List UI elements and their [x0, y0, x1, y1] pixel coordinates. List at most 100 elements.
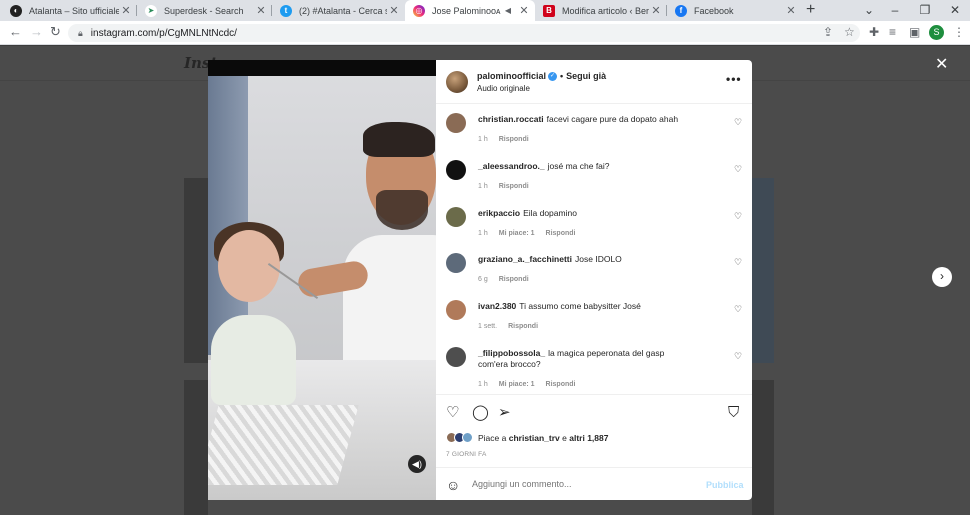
profile-avatar[interactable]: S [929, 25, 944, 40]
comment-time: 1 h [478, 381, 488, 388]
url-omnibox[interactable]: 🔒︎ instagram.com/p/CgMNLNtNcdc/ [68, 24, 860, 42]
reply-button[interactable]: Rispondi [499, 136, 529, 143]
comment-username[interactable]: erikpaccio [478, 208, 520, 218]
browser-tab-instagram[interactable]: ◎ Jose Palominoᴏᴀ (@pa ◀ ✕ [405, 0, 535, 21]
like-heart-icon[interactable]: ♡ [446, 405, 459, 420]
comment-item: christian.roccati facevi cagare pure da d… [436, 109, 752, 155]
heart-icon[interactable]: ♡ [734, 257, 742, 268]
more-options-icon[interactable]: ••• [726, 72, 742, 86]
window-close-icon[interactable]: ✕ [940, 0, 970, 21]
heart-icon[interactable]: ♡ [734, 211, 742, 222]
browser-tab-wordpress[interactable]: B Modifica articolo ‹ Bergam ✕ [535, 0, 667, 21]
close-tab-icon[interactable]: ✕ [784, 4, 798, 17]
share-paper-plane-icon[interactable]: ➢ [498, 405, 511, 420]
comments-list[interactable]: christian.roccati facevi cagare pure da d… [436, 105, 752, 393]
wordpress-favicon-icon: B [543, 4, 555, 17]
reply-button[interactable]: Rispondi [499, 183, 529, 190]
comment-likes[interactable]: Mi piace: 1 [499, 230, 535, 237]
commenter-avatar[interactable] [446, 347, 466, 367]
save-bookmark-icon[interactable]: ⛉ [728, 405, 739, 420]
browser-tab-twitter[interactable]: t (2) #Atalanta - Cerca su Twi ✕ [272, 0, 405, 21]
media-control-icon[interactable]: ≡ [889, 25, 896, 39]
commenter-avatar[interactable] [446, 113, 466, 133]
author-avatar[interactable] [446, 71, 468, 93]
close-tab-icon[interactable]: ✕ [387, 4, 401, 17]
reply-button[interactable]: Rispondi [546, 381, 576, 388]
comment-text: Jose IDOLO [575, 254, 622, 264]
comment-text: Ti assumo come babysitter José [519, 301, 641, 311]
comment-input[interactable] [472, 479, 692, 489]
post-timestamp[interactable]: 7 GIORNI FA [446, 451, 487, 458]
close-tab-icon[interactable]: ✕ [517, 4, 531, 17]
follow-button[interactable]: Segui già [566, 71, 606, 81]
comment-username[interactable]: _aleessandroo._ [478, 161, 545, 171]
instagram-favicon-icon: ◎ [413, 4, 425, 17]
next-post-arrow-icon[interactable]: › [932, 267, 952, 287]
browser-tab-superdesk[interactable]: ➤ Superdesk - Search ✕ [137, 0, 272, 21]
likes-count[interactable]: altri 1,887 [569, 433, 608, 443]
comment-text: facevi cagare pure da dopato ahah [546, 114, 679, 124]
comment-item: erikpaccio Eila dopamino 1 h Mi piace: 1 Ri… [436, 203, 752, 249]
heart-icon[interactable]: ♡ [734, 117, 742, 128]
audio-toggle-icon[interactable]: ◀) [408, 455, 426, 473]
heart-icon[interactable]: ♡ [734, 164, 742, 175]
comment-item: _aleessandroo._ josé ma che fai? 1 h Rispo… [436, 156, 752, 202]
speaker-icon[interactable]: ◀ [503, 6, 513, 15]
heart-icon[interactable]: ♡ [734, 304, 742, 315]
grid-thumbnail [184, 380, 208, 515]
maximize-icon[interactable]: ❐ [910, 0, 940, 21]
browser-tab-atalanta[interactable]: ◐ Atalanta – Sito ufficiale Atal ✕ [2, 0, 137, 21]
twitter-favicon-icon: t [280, 4, 292, 17]
comment-time: 1 h [478, 183, 488, 190]
new-tab-icon[interactable]: + [806, 1, 815, 19]
commenter-avatar[interactable] [446, 300, 466, 320]
comment-username[interactable]: ivan2.380 [478, 301, 516, 311]
address-toolbar: ← → ↻ 🔒︎ instagram.com/p/CgMNLNtNcdc/ ⇪ … [0, 21, 970, 45]
audio-label[interactable]: Audio originale [477, 84, 530, 93]
comment-item: _filippobossola_ la magica peperonata del… [436, 343, 752, 393]
heart-icon[interactable]: ♡ [734, 351, 742, 362]
post-actions: ♡ ◯ ➢ ⛉ Piace a christian_trv e altri 1,… [436, 394, 752, 500]
liker-username[interactable]: christian_trv [509, 433, 560, 443]
forward-arrow-icon[interactable]: → [30, 24, 43, 39]
grid-thumbnail [184, 178, 208, 363]
comment-username[interactable]: christian.roccati [478, 114, 544, 124]
reply-button[interactable]: Rispondi [546, 230, 576, 237]
extensions-icon[interactable]: ✚ [869, 25, 879, 39]
reload-icon[interactable]: ↻ [50, 24, 61, 40]
commenter-avatar[interactable] [446, 160, 466, 180]
author-username[interactable]: palominoofficial [477, 71, 546, 81]
comment-username[interactable]: _filippobossola_ [478, 348, 545, 358]
comment-time: 1 h [478, 230, 488, 237]
facebook-favicon-icon: f [675, 4, 687, 17]
verified-badge-icon: ✓ [548, 72, 558, 82]
comment-text: Eila dopamino [523, 208, 577, 218]
comment-item: graziano_a._facchinetti Jose IDOLO 6 g Ris… [436, 249, 752, 295]
close-tab-icon[interactable]: ✕ [649, 4, 663, 17]
lock-icon: 🔒︎ [78, 27, 83, 38]
emoji-icon[interactable]: ☺ [446, 477, 460, 493]
reply-button[interactable]: Rispondi [499, 276, 529, 283]
close-modal-icon[interactable]: ✕ [935, 54, 948, 74]
atalanta-favicon-icon: ◐ [10, 4, 22, 17]
browser-tab-facebook[interactable]: f Facebook ✕ [667, 0, 802, 21]
commenter-avatar[interactable] [446, 253, 466, 273]
bookmark-star-icon[interactable]: ☆ [844, 25, 855, 39]
comment-username[interactable]: graziano_a._facchinetti [478, 254, 572, 264]
commenter-avatar[interactable] [446, 207, 466, 227]
comment-likes[interactable]: Mi piace: 1 [499, 381, 535, 388]
minimize-icon[interactable]: – [880, 0, 910, 21]
comment-bubble-icon[interactable]: ◯ [472, 405, 489, 420]
reply-button[interactable]: Rispondi [508, 323, 538, 330]
post-video[interactable]: ◀) [208, 60, 436, 500]
grid-thumbnail [752, 380, 774, 515]
close-tab-icon[interactable]: ✕ [119, 4, 133, 17]
browser-menu-icon[interactable]: ⋮ [953, 25, 965, 39]
side-panel-icon[interactable]: ▣ [909, 25, 920, 39]
close-tab-icon[interactable]: ✕ [254, 4, 268, 17]
back-arrow-icon[interactable]: ← [9, 24, 22, 39]
post-header: palominoofficial ✓ • Segui già Audio origin… [436, 60, 752, 104]
publish-button[interactable]: Pubblica [706, 480, 744, 490]
comment-time: 6 g [478, 276, 488, 283]
share-icon[interactable]: ⇪ [823, 25, 833, 39]
